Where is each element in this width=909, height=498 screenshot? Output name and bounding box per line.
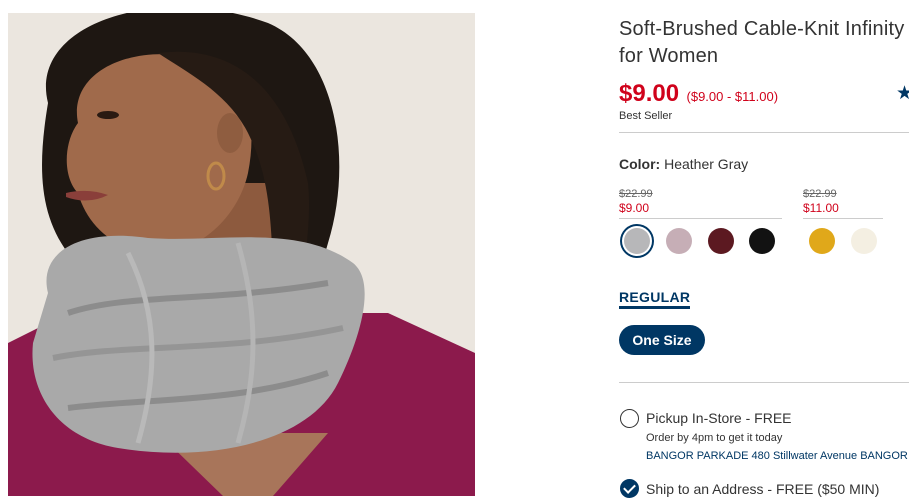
product-title-line1: Soft-Brushed Cable-Knit Infinity: [619, 18, 905, 40]
pickup-cutoff-text: Order by 4pm to get it today: [646, 432, 783, 444]
divider: [619, 382, 909, 383]
swatch-burgundy[interactable]: [708, 228, 734, 254]
divider: [619, 132, 909, 133]
tab-regular[interactable]: REGULAR: [619, 289, 691, 309]
sale-price: $9.00: [619, 201, 650, 215]
pickup-radio[interactable]: [620, 409, 639, 428]
pickup-store-link[interactable]: BANGOR PARKADE 480 Stillwater Avenue BAN…: [646, 450, 908, 462]
swatch-black[interactable]: [749, 228, 775, 254]
product-title: Soft-Brushed Cable-Knit Infinity for Wom…: [619, 16, 909, 70]
swatch-mustard[interactable]: [809, 228, 835, 254]
price-row: $9.00 ($9.00 - $11.00): [619, 80, 778, 108]
price-group: $22.99 $11.00: [803, 188, 883, 219]
original-price: $22.99: [803, 188, 837, 200]
product-image[interactable]: [8, 13, 475, 496]
price-range: ($9.00 - $11.00): [686, 89, 779, 104]
ship-label[interactable]: Ship to an Address - FREE ($50 MIN): [646, 481, 879, 497]
swatch-heather-gray[interactable]: [624, 228, 650, 254]
sale-price: $11.00: [803, 201, 839, 215]
product-photo: [8, 13, 475, 496]
color-label: Color:: [619, 156, 661, 172]
color-selection-label: Color: Heather Gray: [619, 156, 748, 172]
product-details: Soft-Brushed Cable-Knit Infinity for Wom…: [619, 0, 909, 498]
price-group-rule: [619, 218, 782, 219]
pickup-label[interactable]: Pickup In-Store - FREE: [646, 410, 792, 426]
star-icon[interactable]: ★: [896, 82, 909, 105]
best-seller-badge: Best Seller: [619, 110, 673, 122]
size-one-size-button[interactable]: One Size: [619, 325, 705, 355]
swatch-cream[interactable]: [851, 228, 877, 254]
original-price: $22.99: [619, 188, 653, 200]
swatch-mauve[interactable]: [666, 228, 692, 254]
product-title-line2: for Women: [619, 45, 719, 67]
ship-radio[interactable]: [620, 479, 639, 498]
color-value: Heather Gray: [664, 156, 749, 172]
price-group: $22.99 $9.00: [619, 188, 782, 219]
price-group-rule: [803, 218, 883, 219]
current-price: $9.00: [619, 80, 680, 107]
